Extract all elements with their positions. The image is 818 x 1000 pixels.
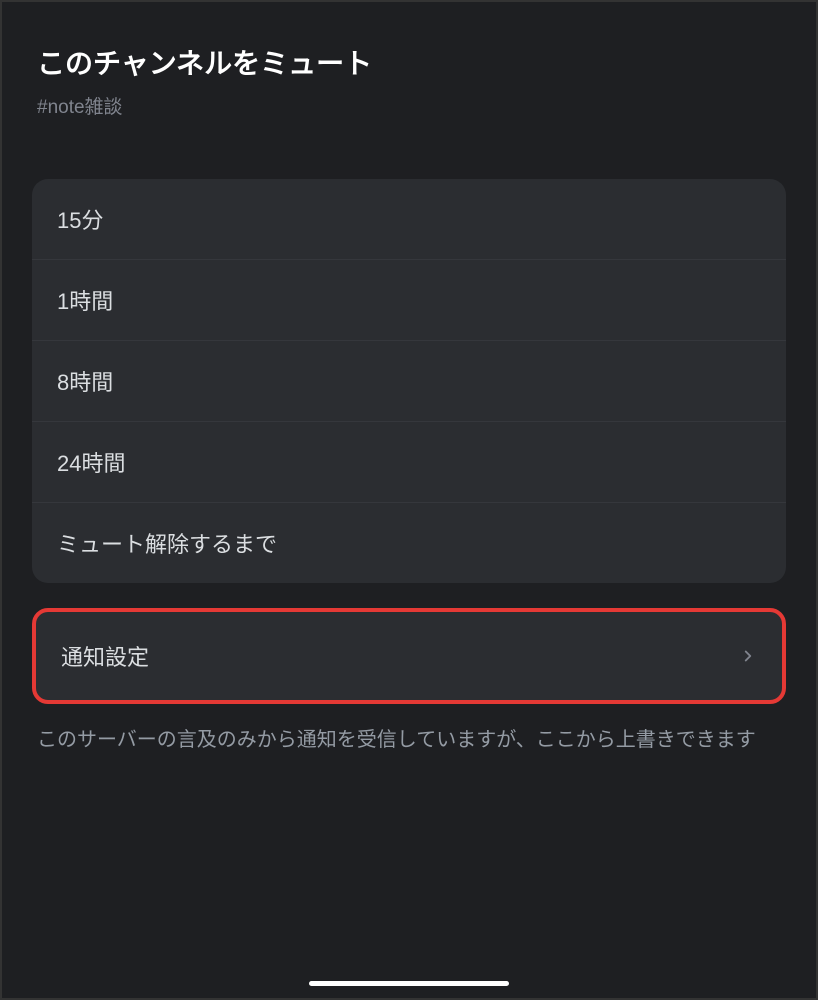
channel-name: #note雑談 [37,92,781,119]
mute-option-15min[interactable]: 15分 [32,179,786,260]
description-text: このサーバーの言及のみから通知を受信していますが、ここから上書きできます [2,704,816,778]
home-indicator [309,981,509,986]
option-label: 15分 [57,208,103,233]
option-label: 1時間 [57,289,113,314]
chevron-right-icon [739,647,757,665]
mute-option-24hours[interactable]: 24時間 [32,422,786,503]
mute-option-1hour[interactable]: 1時間 [32,260,786,341]
header: このチャンネルをミュート #note雑談 [2,2,816,144]
mute-duration-options: 15分 1時間 8時間 24時間 ミュート解除するまで [32,179,786,583]
settings-label: 通知設定 [61,640,149,672]
content-area: 15分 1時間 8時間 24時間 ミュート解除するまで 通知設定 [2,144,816,704]
mute-option-8hours[interactable]: 8時間 [32,341,786,422]
option-label: 24時間 [57,451,125,476]
mute-option-until-unmuted[interactable]: ミュート解除するまで [32,503,786,583]
notification-settings-button[interactable]: 通知設定 [32,608,786,704]
page-title: このチャンネルをミュート [37,42,781,82]
option-label: 8時間 [57,370,113,395]
option-label: ミュート解除するまで [57,532,277,557]
